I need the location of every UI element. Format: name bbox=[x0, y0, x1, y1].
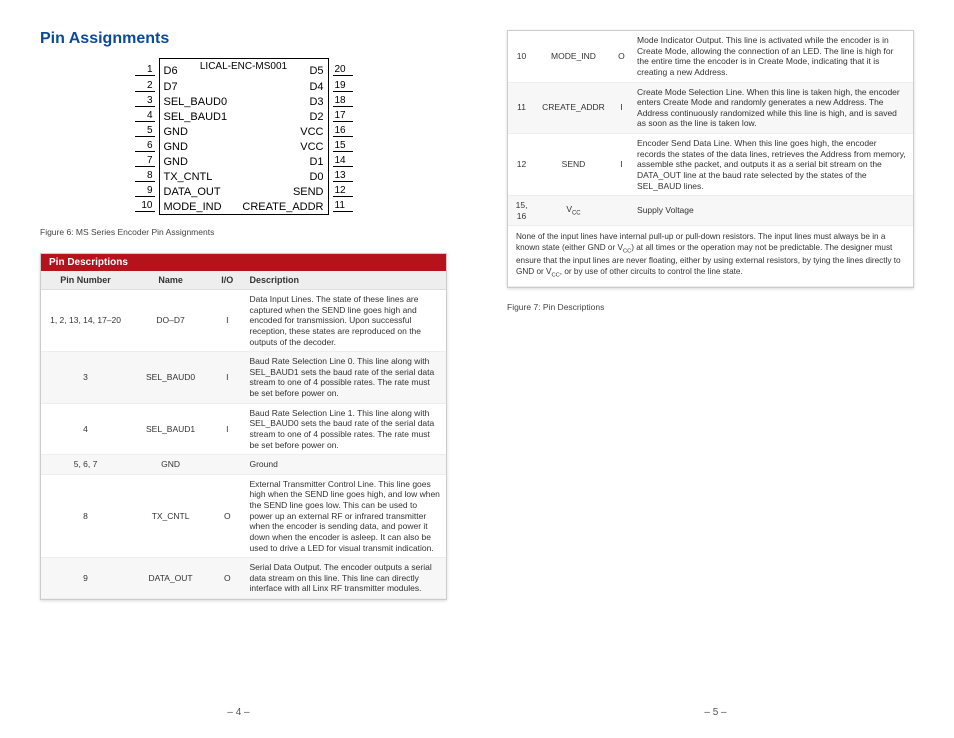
table-row: 15, 16 VCC Supply Voltage bbox=[508, 196, 913, 226]
pin-left-2: 2 bbox=[135, 78, 159, 93]
cell-pin: 10 bbox=[508, 31, 535, 82]
pin-right-19: 19 bbox=[329, 78, 353, 93]
pin-left-7: 7 bbox=[135, 153, 159, 168]
cell-pin: 11 bbox=[508, 82, 535, 134]
table-row: 11 CREATE_ADDR I Create Mode Selection L… bbox=[508, 82, 913, 134]
cell-io bbox=[211, 455, 243, 475]
pin-descriptions-table: Pin Descriptions Pin Number Name I/O Des… bbox=[40, 253, 447, 600]
cell-name: CREATE_ADDR bbox=[535, 82, 612, 134]
figure-6-caption: Figure 6: MS Series Encoder Pin Assignme… bbox=[40, 227, 447, 237]
figure-7-caption: Figure 7: Pin Descriptions bbox=[507, 302, 914, 312]
cell-name: DO–D7 bbox=[130, 290, 211, 352]
chip-row: GNDD1 bbox=[160, 154, 328, 169]
page-number-left: – 4 – bbox=[0, 707, 477, 718]
table-row: 10 MODE_IND O Mode Indicator Output. Thi… bbox=[508, 31, 913, 82]
cell-io: I bbox=[612, 82, 631, 134]
table-note-row: None of the input lines have internal pu… bbox=[508, 226, 913, 287]
chip-row: DATA_OUTSEND bbox=[160, 184, 328, 199]
th-desc: Description bbox=[243, 271, 446, 290]
cell-name: MODE_IND bbox=[535, 31, 612, 82]
cell-io: I bbox=[211, 290, 243, 352]
cell-desc: Supply Voltage bbox=[631, 196, 913, 226]
section-title: Pin Assignments bbox=[40, 30, 447, 48]
chip-row: D7D4 bbox=[160, 79, 328, 94]
pin-right-14: 14 bbox=[329, 153, 353, 168]
cell-name: SEL_BAUD0 bbox=[130, 352, 211, 404]
cell-io bbox=[612, 196, 631, 226]
pin-left-4: 4 bbox=[135, 108, 159, 123]
cell-io: O bbox=[612, 31, 631, 82]
cell-pin: 5, 6, 7 bbox=[41, 455, 130, 475]
table-row: 9 DATA_OUT O Serial Data Output. The enc… bbox=[41, 558, 446, 599]
cell-io: O bbox=[211, 474, 243, 557]
pin-left-6: 6 bbox=[135, 138, 159, 153]
table-row: 3 SEL_BAUD0 I Baud Rate Selection Line 0… bbox=[41, 352, 446, 404]
page-4: Pin Assignments 12345678910 LICAL-ENC-MS… bbox=[0, 0, 477, 738]
cell-io: I bbox=[211, 403, 243, 455]
cell-desc: Create Mode Selection Line. When this li… bbox=[631, 82, 913, 134]
pin-left-3: 3 bbox=[135, 93, 159, 108]
cell-desc: Mode Indicator Output. This line is acti… bbox=[631, 31, 913, 82]
chip-row: GNDVCC bbox=[160, 124, 328, 139]
table-row: 12 SEND I Encoder Send Data Line. When t… bbox=[508, 134, 913, 196]
cell-pin: 15, 16 bbox=[508, 196, 535, 226]
pin-right-11: 11 bbox=[329, 198, 353, 213]
cell-name: TX_CNTL bbox=[130, 474, 211, 557]
th-io: I/O bbox=[211, 271, 243, 290]
cell-desc: External Transmitter Control Line. This … bbox=[243, 474, 446, 557]
table-title: Pin Descriptions bbox=[41, 254, 446, 271]
cell-io: I bbox=[612, 134, 631, 196]
cell-desc: Ground bbox=[243, 455, 446, 475]
pin-left-1: 1 bbox=[135, 58, 159, 78]
cell-pin: 8 bbox=[41, 474, 130, 557]
cell-pin: 1, 2, 13, 14, 17–20 bbox=[41, 290, 130, 352]
table-row: 8 TX_CNTL O External Transmitter Control… bbox=[41, 474, 446, 557]
cell-name: GND bbox=[130, 455, 211, 475]
th-name: Name bbox=[130, 271, 211, 290]
pin-right-13: 13 bbox=[329, 168, 353, 183]
cell-io: I bbox=[211, 352, 243, 404]
table-row: 4 SEL_BAUD1 I Baud Rate Selection Line 1… bbox=[41, 403, 446, 455]
cell-io: O bbox=[211, 558, 243, 599]
pin-right-17: 17 bbox=[329, 108, 353, 123]
chip-row: GNDVCC bbox=[160, 139, 328, 154]
pin-right-15: 15 bbox=[329, 138, 353, 153]
pin-right-16: 16 bbox=[329, 123, 353, 138]
pin-right-20: 20 bbox=[329, 58, 353, 78]
page-5: 10 MODE_IND O Mode Indicator Output. Thi… bbox=[477, 0, 954, 738]
table-note: None of the input lines have internal pu… bbox=[508, 226, 913, 287]
page-number-right: – 5 – bbox=[477, 707, 954, 718]
pin-left-5: 5 bbox=[135, 123, 159, 138]
cell-pin: 12 bbox=[508, 134, 535, 196]
chip-row: SEL_BAUD0D3 bbox=[160, 94, 328, 109]
pin-left-10: 10 bbox=[135, 198, 159, 213]
cell-pin: 4 bbox=[41, 403, 130, 455]
table-row: 5, 6, 7 GND Ground bbox=[41, 455, 446, 475]
cell-name: DATA_OUT bbox=[130, 558, 211, 599]
pin-left-9: 9 bbox=[135, 183, 159, 198]
th-pin: Pin Number bbox=[41, 271, 130, 290]
chip-part-label: LICAL-ENC-MS001 bbox=[160, 61, 328, 72]
cell-pin: 9 bbox=[41, 558, 130, 599]
pin-descriptions-table-cont: 10 MODE_IND O Mode Indicator Output. Thi… bbox=[507, 30, 914, 288]
cell-name: SEND bbox=[535, 134, 612, 196]
pin-left-8: 8 bbox=[135, 168, 159, 183]
chip-row: TX_CNTLD0 bbox=[160, 169, 328, 184]
cell-name: VCC bbox=[535, 196, 612, 226]
chip-row: SEL_BAUD1D2 bbox=[160, 109, 328, 124]
cell-desc: Serial Data Output. The encoder outputs … bbox=[243, 558, 446, 599]
table-row: 1, 2, 13, 14, 17–20 DO–D7 I Data Input L… bbox=[41, 290, 446, 352]
cell-desc: Encoder Send Data Line. When this line g… bbox=[631, 134, 913, 196]
cell-name: SEL_BAUD1 bbox=[130, 403, 211, 455]
cell-desc: Baud Rate Selection Line 1. This line al… bbox=[243, 403, 446, 455]
pin-right-18: 18 bbox=[329, 93, 353, 108]
chip-diagram: 12345678910 LICAL-ENC-MS001 D6D5D7D4SEL_… bbox=[40, 58, 447, 215]
cell-desc: Baud Rate Selection Line 0. This line al… bbox=[243, 352, 446, 404]
cell-pin: 3 bbox=[41, 352, 130, 404]
cell-desc: Data Input Lines. The state of these lin… bbox=[243, 290, 446, 352]
pin-right-12: 12 bbox=[329, 183, 353, 198]
chip-row: MODE_INDCREATE_ADDR bbox=[160, 199, 328, 214]
